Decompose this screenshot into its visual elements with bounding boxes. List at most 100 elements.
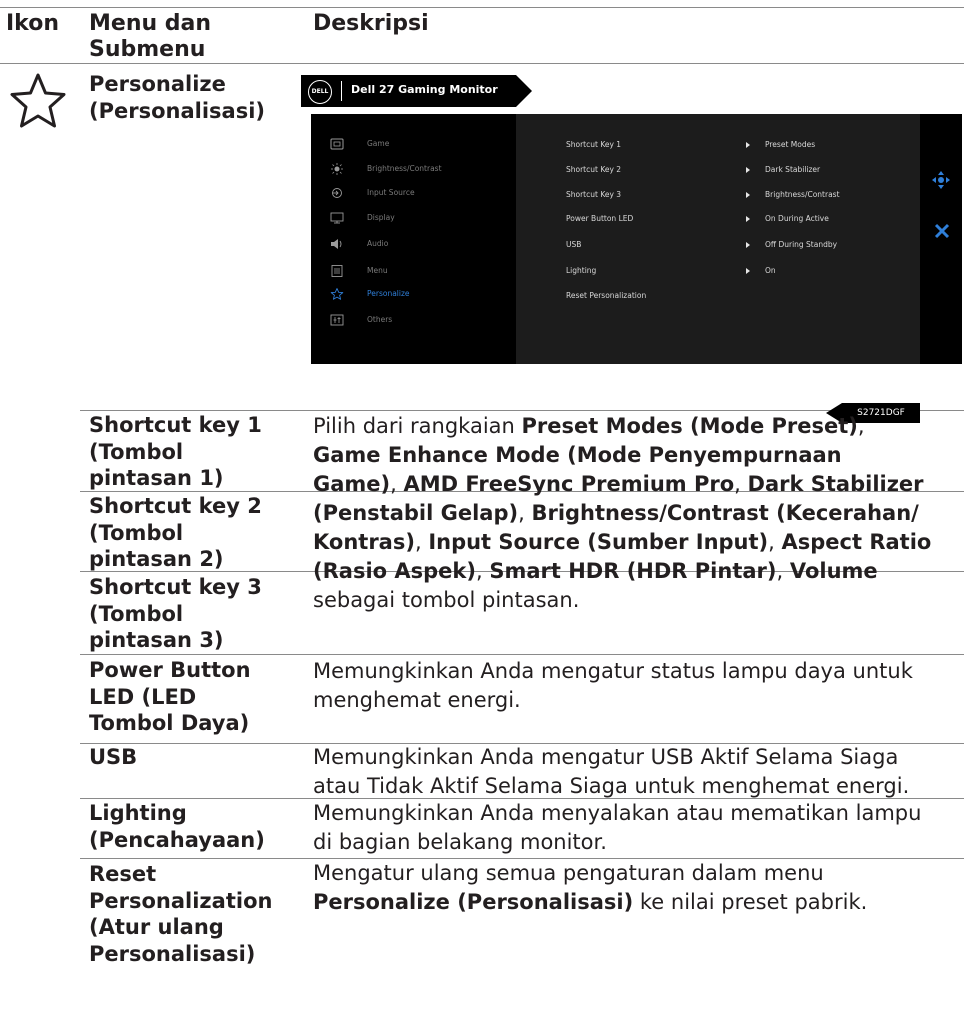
desc-text: di bagian belakang monitor.: [313, 830, 607, 854]
desc-bold: Brightness/Contrast (Kecerahan/: [531, 501, 919, 525]
osd-submenu-value: On During Active: [765, 214, 829, 223]
shortcut-key-3-line: (Tombol: [89, 601, 184, 626]
lighting-label: Lighting (Pencahayaan): [89, 800, 265, 853]
lighting-line: (Pencahayaan): [89, 827, 265, 852]
others-icon: [330, 314, 344, 326]
desc-text: ke nilai preset pabrik.: [633, 890, 868, 914]
table-top-border: [0, 7, 964, 8]
personalize-title: Personalize (Personalisasi): [89, 71, 265, 124]
osd-submenu-panel: [516, 114, 920, 364]
game-icon: [330, 138, 344, 150]
lighting-description: Memungkinkan Anda menyalakan atau memati…: [313, 799, 921, 857]
desc-text: Memungkinkan Anda mengatur status lampu …: [313, 659, 913, 683]
osd-submenu-label[interactable]: Shortcut Key 2: [566, 165, 621, 174]
desc-bold: Personalize (Personalisasi): [313, 890, 634, 914]
joystick-icon[interactable]: [931, 170, 951, 190]
desc-bold: Input Source (Sumber Input): [428, 530, 769, 554]
shortcut-key-3-line: Shortcut key 3: [89, 575, 262, 599]
osd-menu-label: Personalize: [367, 289, 410, 298]
reset-personalization-line: Reset: [89, 862, 157, 886]
reset-personalization-label: Reset Personalization (Atur ulang Person…: [89, 861, 272, 967]
desc-text: Mengatur ulang semua pengaturan dalam me…: [313, 861, 824, 885]
osd-submenu-label[interactable]: Power Button LED: [566, 214, 633, 223]
desc-text: atau Tidak Aktif Selama Siaga untuk meng…: [313, 774, 910, 798]
power-button-led-line: Tombol Daya): [89, 711, 250, 735]
power-button-led-line: Power Button: [89, 658, 251, 682]
personalize-title-line: (Personalisasi): [89, 98, 265, 123]
desc-bold: Smart HDR (HDR Pintar): [489, 559, 777, 583]
menu-icon: [331, 265, 343, 277]
shortcut-key-1-line: pintasan 1): [89, 466, 224, 490]
submenu-arrow-icon: [746, 268, 750, 274]
osd-menu-label: Game: [367, 139, 390, 148]
shortcut-key-1-line: (Tombol: [89, 439, 184, 464]
desc-bold: Volume: [789, 559, 878, 583]
desc-bold: Game Enhance Mode (Mode Penyempurnaan: [313, 443, 842, 467]
submenu-arrow-icon: [746, 242, 750, 248]
osd-submenu-label[interactable]: Lighting: [566, 266, 596, 275]
close-icon[interactable]: [934, 223, 950, 239]
audio-icon: [331, 239, 342, 249]
shortcut-key-1-label: Shortcut key 1 (Tombol pintasan 1): [89, 412, 262, 492]
brand-separator: [341, 81, 342, 101]
shortcut-key-2-line: pintasan 2): [89, 547, 224, 571]
osd-submenu-value: Dark Stabilizer: [765, 165, 821, 174]
osd-menu-label: Display: [367, 213, 395, 222]
desc-text: ,: [475, 559, 490, 583]
osd-submenu-label[interactable]: Shortcut Key 1: [566, 140, 621, 149]
desc-bold: Aspect Ratio: [781, 530, 932, 554]
desc-bold: (Rasio Aspek): [313, 559, 476, 583]
osd-menu-label: Others: [367, 315, 393, 324]
submenu-arrow-icon: [746, 167, 750, 173]
desc-text: sebagai tombol pintasan.: [313, 588, 580, 612]
shortcut-key-2-label: Shortcut key 2 (Tombol pintasan 2): [89, 493, 262, 573]
desc-text: ,: [414, 530, 429, 554]
shortcut-key-2-line: (Tombol: [89, 520, 184, 545]
usb-label: USB: [89, 745, 138, 769]
desc-bold: Preset Modes (Mode Preset): [521, 414, 858, 438]
osd-menu-label: Brightness/Contrast: [367, 164, 442, 173]
osd-brand-name: Dell 27 Gaming Monitor: [351, 83, 498, 96]
shortcut-key-2-line: Shortcut key 2: [89, 494, 262, 518]
submenu-arrow-icon: [746, 192, 750, 198]
reset-personalization-line: Personalization: [89, 888, 273, 913]
personalize-title-line: Personalize: [89, 72, 226, 96]
osd-submenu-label[interactable]: USB: [566, 240, 581, 249]
shortcut-key-1-line: Shortcut key 1: [89, 413, 262, 437]
power-button-led-description: Memungkinkan Anda mengatur status lampu …: [313, 657, 913, 715]
osd-menu-label: Menu: [367, 266, 388, 275]
desc-text: Pilih dari rangkaian: [313, 414, 522, 438]
osd-submenu-value: Brightness/Contrast: [765, 190, 840, 199]
osd-submenu-label[interactable]: Reset Personalization: [566, 291, 646, 300]
reset-personalization-description: Mengatur ulang semua pengaturan dalam me…: [313, 859, 867, 917]
input-source-icon: [332, 188, 342, 198]
dell-logo: DELL: [308, 80, 332, 104]
row-divider: [80, 654, 964, 655]
header-icon: Ikon: [6, 11, 60, 36]
power-button-led-line: LED (LED: [89, 684, 197, 709]
osd-nav-panel: [920, 114, 962, 364]
header-menu: Menu dan Submenu: [89, 11, 211, 63]
power-button-led-label: Power Button LED (LED Tombol Daya): [89, 657, 251, 737]
osd-brand-bar-tip: [516, 75, 532, 107]
submenu-arrow-icon: [746, 216, 750, 222]
shortcut-description: Pilih dari rangkaian Preset Modes (Mode …: [313, 412, 963, 615]
desc-text: Memungkinkan Anda menyalakan atau memati…: [313, 801, 922, 825]
header-menu-line: Menu dan: [89, 11, 212, 36]
submenu-arrow-icon: [746, 142, 750, 148]
brightness-icon: [331, 163, 343, 175]
osd-menu-label: Audio: [367, 239, 389, 248]
shortcut-key-3-label: Shortcut key 3 (Tombol pintasan 3): [89, 574, 262, 654]
reset-personalization-line: (Atur ulang: [89, 915, 224, 939]
desc-text: ,: [768, 530, 782, 554]
osd-submenu-label[interactable]: Shortcut Key 3: [566, 190, 621, 199]
desc-bold: Game): [313, 472, 391, 496]
desc-text: ,: [518, 501, 532, 525]
osd-submenu-value: On: [765, 266, 776, 275]
reset-personalization-line: Personalisasi): [89, 941, 256, 966]
osd-submenu-value: Off During Standby: [765, 240, 838, 249]
desc-text: ,: [776, 559, 790, 583]
header-divider: [0, 63, 964, 64]
star-icon: [10, 73, 66, 128]
desc-text: ,: [734, 472, 748, 496]
